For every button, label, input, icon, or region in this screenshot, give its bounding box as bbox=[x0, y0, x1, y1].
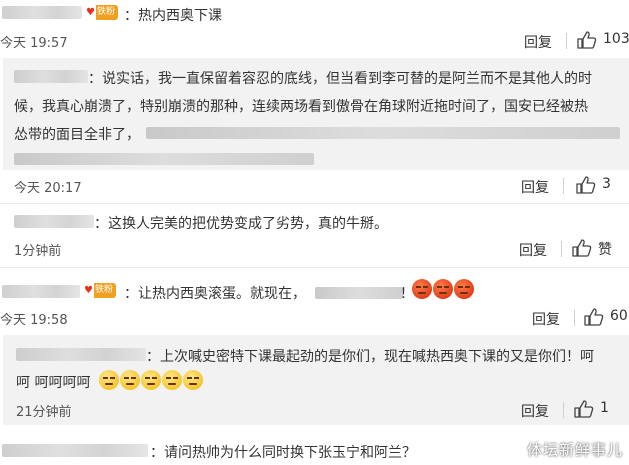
divider bbox=[561, 241, 562, 257]
divider bbox=[563, 178, 564, 194]
smug-emoji-group bbox=[98, 370, 210, 392]
like-button[interactable]: 1 bbox=[574, 400, 624, 418]
watermark: 体坛新鲜事儿 bbox=[526, 441, 623, 459]
redacted-text bbox=[315, 287, 403, 299]
smirk-face-icon bbox=[120, 370, 140, 390]
smirk-face-icon bbox=[99, 370, 119, 390]
comment-text: ：热内西奥下课 bbox=[124, 8, 222, 24]
username-redacted[interactable] bbox=[2, 6, 82, 19]
redacted-text bbox=[14, 153, 314, 165]
like-count: 1 bbox=[600, 400, 609, 416]
thumbs-up-icon bbox=[577, 31, 597, 49]
comment-text-line: ：说实话，我一直保留着容忍的底线，但当看到李可替的是阿兰而不是其他人的时 bbox=[88, 71, 592, 87]
like-button[interactable]: 60 bbox=[584, 308, 629, 326]
divider bbox=[0, 267, 629, 268]
like-button[interactable]: 103 bbox=[577, 31, 629, 49]
smirk-face-icon bbox=[183, 370, 203, 390]
like-label: 赞 bbox=[598, 242, 612, 258]
divider bbox=[0, 203, 629, 204]
angry-face-icon bbox=[433, 279, 453, 299]
divider bbox=[563, 402, 564, 418]
reply-button[interactable]: 回复 bbox=[524, 32, 552, 52]
comment-text: ：这换人完美的把优势变成了劣势，真的牛掰。 bbox=[94, 216, 388, 232]
reply-button[interactable]: 回复 bbox=[519, 240, 547, 260]
thumbs-up-icon bbox=[584, 308, 604, 326]
comment-text-line: 怂带的面目全非了， bbox=[14, 127, 140, 143]
thumbs-up-icon bbox=[572, 239, 592, 257]
comment-text-line: ：上次喊史密特下课最起劲的是你们，现在喊热西奥下课的又是你们！呵 bbox=[146, 349, 594, 365]
comment-text: ：请问热帅为什么同时换下张玉宁和阿兰？ bbox=[150, 445, 416, 461]
smirk-face-icon bbox=[141, 370, 161, 390]
comment-time: 21分钟前 bbox=[16, 405, 72, 420]
reply-button[interactable]: 回复 bbox=[521, 401, 549, 421]
smirk-face-icon bbox=[162, 370, 182, 390]
thumbs-up-icon bbox=[576, 176, 596, 194]
comment-text: ：让热内西奥滚蛋。就现在， bbox=[124, 286, 306, 302]
username-redacted[interactable] bbox=[16, 348, 146, 361]
like-button[interactable]: 赞 bbox=[572, 239, 622, 258]
comment-time: 1分钟前 bbox=[14, 244, 62, 259]
username-redacted[interactable] bbox=[14, 70, 88, 83]
angry-face-icon bbox=[454, 279, 474, 299]
comment-time: 今天 19:58 bbox=[0, 313, 68, 328]
divider bbox=[574, 310, 575, 326]
angry-face-icon bbox=[412, 279, 432, 299]
thumbs-up-icon bbox=[574, 400, 594, 418]
username-redacted[interactable] bbox=[2, 285, 80, 298]
comment-text-line: 呵 呵呵呵呵 bbox=[16, 375, 91, 391]
username-redacted[interactable] bbox=[2, 444, 148, 457]
angry-emoji-group bbox=[411, 279, 481, 301]
like-count: 60 bbox=[610, 308, 628, 324]
like-count: 3 bbox=[602, 176, 611, 192]
comment-text-line: 候，我真心崩溃了，特别崩溃的那种，连续两场看到傲骨在角球附近拖时间了，国安已经被… bbox=[14, 99, 588, 115]
fan-badge: ♥ 铁粉 bbox=[82, 283, 117, 298]
fan-badge: ♥ 铁粉 bbox=[84, 5, 119, 20]
comment-time: 今天 19:57 bbox=[0, 36, 68, 51]
comment-time: 今天 20:17 bbox=[14, 181, 82, 196]
like-button[interactable]: 3 bbox=[576, 176, 626, 194]
username-redacted[interactable] bbox=[14, 215, 94, 228]
heart-icon: ♥ bbox=[84, 285, 93, 296]
redacted-text bbox=[146, 127, 620, 139]
like-count: 103 bbox=[603, 31, 629, 47]
heart-icon: ♥ bbox=[86, 7, 95, 18]
divider bbox=[566, 33, 567, 49]
reply-button[interactable]: 回复 bbox=[532, 309, 560, 329]
reply-button[interactable]: 回复 bbox=[521, 177, 549, 197]
